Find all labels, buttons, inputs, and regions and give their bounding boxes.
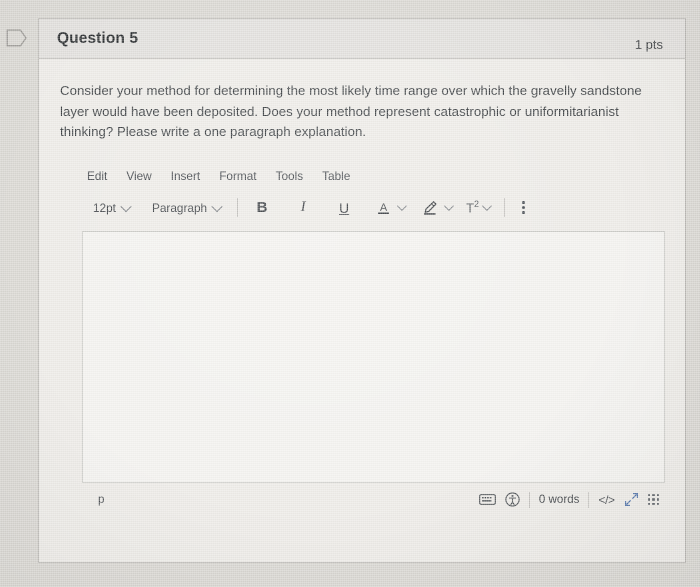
- fullscreen-arrows-icon[interactable]: [624, 492, 639, 507]
- grip-dot: [652, 502, 655, 506]
- menu-item-tools[interactable]: Tools: [276, 169, 304, 183]
- font-size-value: 12pt: [93, 200, 116, 215]
- superscript-control[interactable]: T2: [466, 199, 492, 216]
- block-format-value: Paragraph: [151, 200, 208, 215]
- accessibility-checker-icon[interactable]: [505, 492, 520, 507]
- question-header: Question 5 1 pts: [39, 19, 685, 59]
- editor-toolbar: 12pt Paragraph B I U A T2: [82, 193, 665, 223]
- chevron-down-icon: [444, 201, 454, 212]
- grip-dot: [652, 498, 655, 501]
- grip-dot: [647, 498, 651, 501]
- superscript-letter: T: [466, 200, 475, 216]
- chevron-down-icon: [120, 200, 132, 212]
- question-prompt-text: Consider your method for determining the…: [60, 83, 642, 139]
- word-count-label[interactable]: 0 words: [539, 493, 580, 506]
- menu-item-edit[interactable]: Edit: [87, 169, 107, 183]
- source-code-button[interactable]: </>: [598, 493, 615, 507]
- menu-item-view[interactable]: View: [126, 169, 151, 183]
- superscript-exponent: 2: [474, 199, 480, 210]
- editor-menubar: Edit View Insert Format Tools Table: [82, 165, 665, 187]
- text-color-control[interactable]: A: [373, 197, 407, 219]
- grip-dot: [647, 502, 651, 506]
- font-size-select[interactable]: 12pt: [87, 198, 136, 218]
- element-path[interactable]: p: [98, 494, 104, 506]
- editor-content-area[interactable]: [82, 230, 665, 483]
- grip-dot: [652, 493, 655, 497]
- rich-text-editor: Edit View Insert Format Tools Table 12pt…: [82, 165, 665, 517]
- resize-grip-icon[interactable]: [647, 493, 659, 506]
- highlighter-pen-icon: [419, 197, 441, 219]
- status-bar-tools: 0 words </>: [479, 491, 663, 508]
- status-divider: [528, 491, 530, 508]
- superscript-icon: T2: [466, 199, 479, 215]
- kebab-dot: [522, 211, 525, 214]
- toolbar-divider: [237, 198, 239, 217]
- grip-dot: [656, 498, 659, 501]
- grip-dot: [656, 502, 659, 506]
- page-title: Question 5: [57, 29, 139, 47]
- text-color-icon: A: [373, 197, 394, 219]
- toolbar-divider-2: [504, 198, 506, 217]
- status-divider-2: [588, 491, 590, 508]
- bold-button[interactable]: B: [248, 197, 276, 219]
- menu-item-insert[interactable]: Insert: [171, 169, 201, 183]
- question-body: Consider your method for determining the…: [39, 59, 685, 517]
- grip-dot: [647, 493, 651, 497]
- menu-item-format[interactable]: Format: [219, 169, 256, 183]
- highlight-color-control[interactable]: [419, 197, 454, 219]
- more-options-button[interactable]: [515, 201, 532, 214]
- italic-button[interactable]: I: [289, 197, 317, 219]
- question-card: Question 5 1 pts Consider your method fo…: [38, 18, 686, 563]
- chevron-down-icon: [211, 200, 223, 212]
- chevron-down-icon: [397, 201, 407, 212]
- editor-status-bar: p 0 words </>: [82, 483, 665, 517]
- underline-button[interactable]: U: [330, 197, 358, 219]
- grip-dot: [656, 493, 659, 497]
- kebab-dot: [522, 206, 525, 209]
- kebab-dot: [522, 201, 525, 204]
- flag-outline-icon: [6, 29, 27, 47]
- question-flag-marker[interactable]: [6, 28, 28, 48]
- menu-item-table[interactable]: Table: [322, 169, 350, 183]
- chevron-down-icon: [481, 201, 492, 212]
- keyboard-icon[interactable]: [479, 493, 496, 506]
- svg-text:A: A: [380, 202, 388, 214]
- question-points-badge: 1 pts: [634, 37, 663, 52]
- block-format-select[interactable]: Paragraph: [146, 198, 227, 218]
